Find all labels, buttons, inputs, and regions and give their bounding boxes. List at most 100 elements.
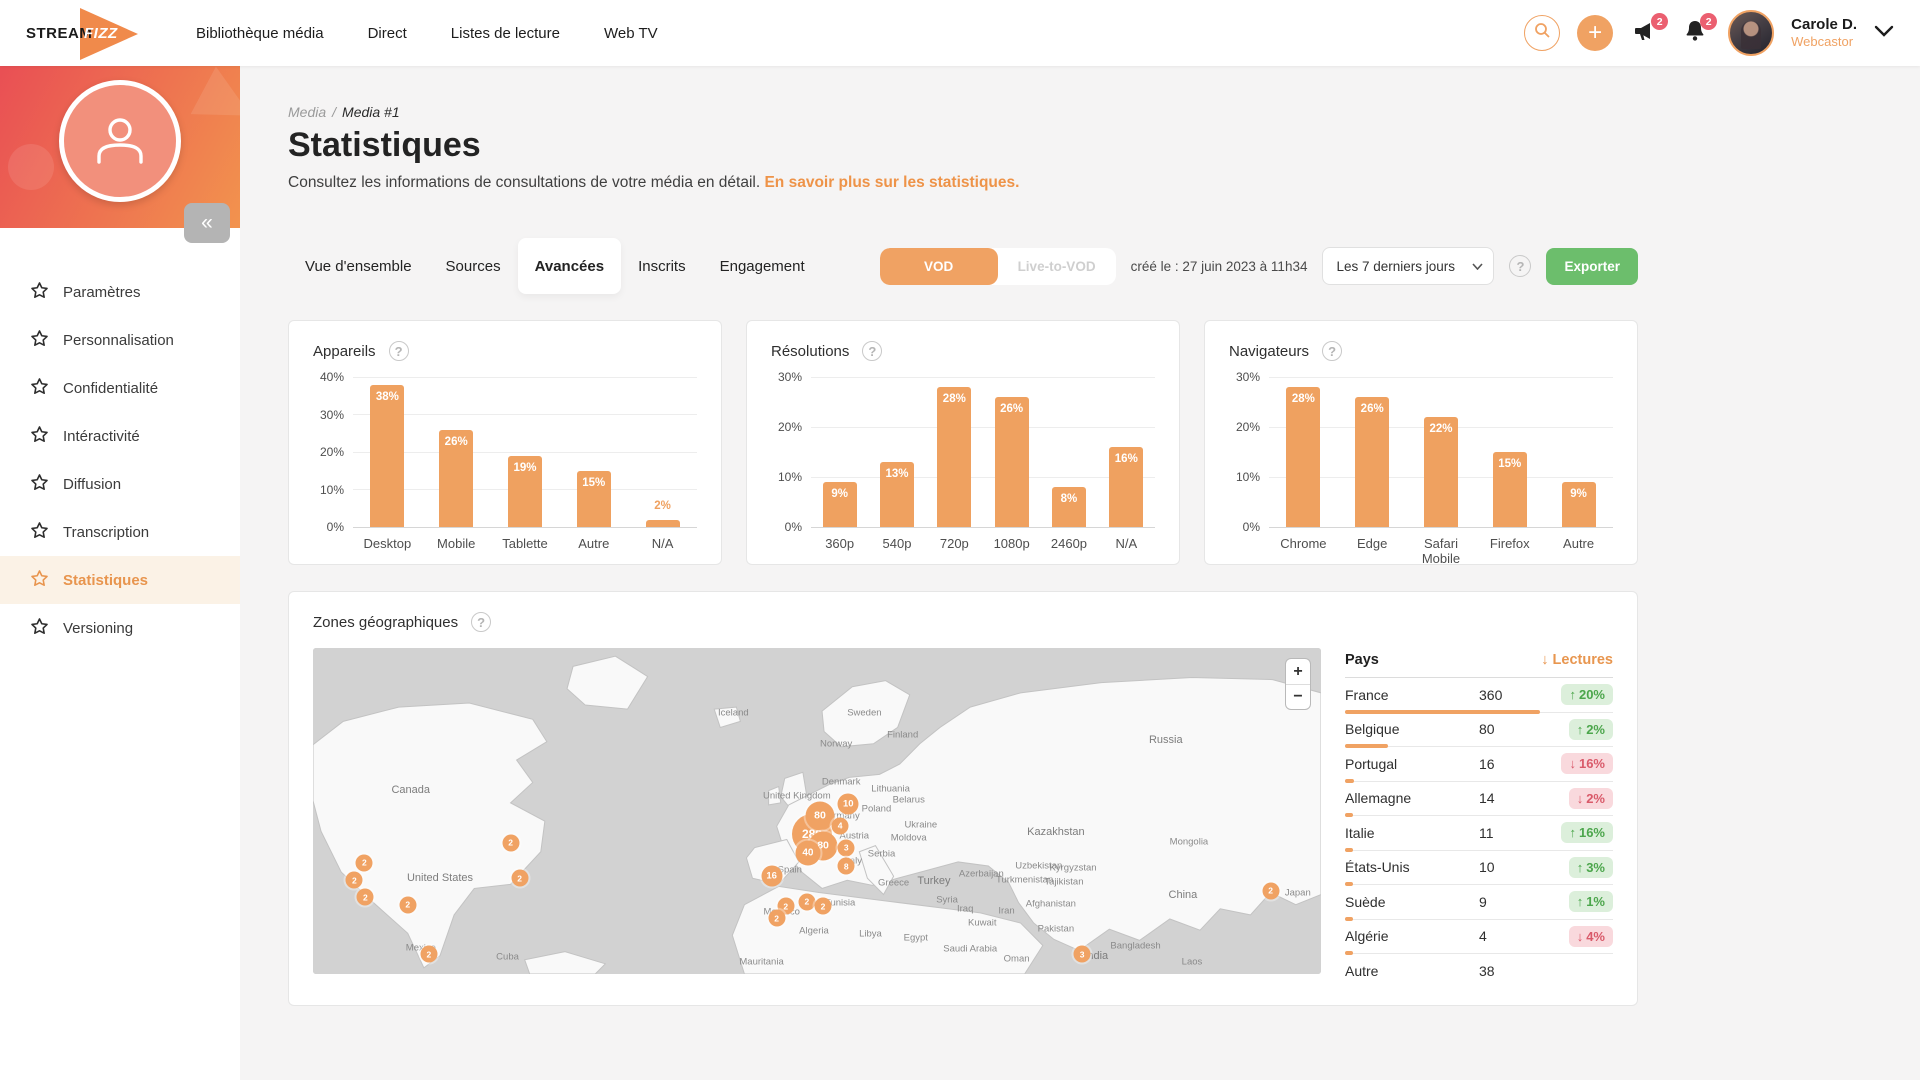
tab-engagement[interactable]: Engagement (703, 238, 822, 294)
bar[interactable] (1286, 387, 1320, 527)
map-marker[interactable]: 2 (346, 872, 363, 889)
map-marker[interactable]: 8 (838, 858, 855, 875)
map-marker[interactable]: 2 (815, 898, 832, 915)
toggle-vod[interactable]: VOD (880, 248, 998, 285)
map-marker[interactable]: 40 (795, 841, 820, 866)
change-value: 4% (1586, 929, 1605, 944)
map-marker[interactable]: 2 (511, 870, 528, 887)
map-zoom-in-button[interactable]: + (1286, 659, 1310, 684)
lectures-value: 80 (1479, 721, 1541, 737)
arrow-up-icon: ↑ (1569, 825, 1576, 840)
add-media-button[interactable]: + (1577, 15, 1613, 51)
search-button[interactable] (1524, 15, 1560, 51)
vod-toggle: VOD Live-to-VOD (880, 248, 1116, 285)
breadcrumb: Media / Media #1 (288, 104, 1638, 120)
chart-title: Résolutions (771, 343, 849, 360)
change-badge: ↓16% (1561, 753, 1613, 774)
breadcrumb-root[interactable]: Media (288, 104, 326, 120)
bar-slot: 8% (1040, 377, 1097, 527)
sidebar-collapse-button[interactable]: « (184, 203, 230, 243)
y-tick-label: 20% (778, 420, 802, 434)
bar-value-label: 2% (654, 500, 671, 512)
change-value: 1% (1586, 894, 1605, 909)
nav-link-direct[interactable]: Direct (368, 25, 407, 42)
map-marker[interactable]: 2 (1262, 882, 1279, 899)
map-marker[interactable]: 3 (838, 839, 855, 856)
sidebar-item-label: Paramètres (63, 284, 141, 301)
sidebar-item-versioning[interactable]: Versioning (0, 604, 240, 652)
bar[interactable] (937, 387, 971, 527)
person-icon (89, 110, 151, 172)
bar[interactable] (370, 385, 404, 528)
sidebar-item-personnalisation[interactable]: Personnalisation (0, 316, 240, 364)
sidebar-item-confidentialit-[interactable]: Confidentialité (0, 364, 240, 412)
tab-avanc-es[interactable]: Avancées (518, 238, 622, 294)
toggle-live-to-vod[interactable]: Live-to-VOD (998, 248, 1116, 285)
map-marker[interactable]: 2 (357, 889, 374, 906)
lectures-value: 9 (1479, 894, 1541, 910)
map-marker[interactable]: 16 (761, 865, 782, 886)
sidebar-menu: Paramètres PersonnalisationConfidentialit… (0, 228, 240, 652)
map-marker[interactable]: 80 (806, 801, 835, 830)
sidebar-item-statistiques[interactable]: Statistiques (0, 556, 240, 604)
export-button[interactable]: Exporter (1546, 248, 1638, 285)
bar[interactable] (1355, 397, 1389, 527)
y-tick-label: 10% (320, 483, 344, 497)
col-header-lectures[interactable]: ↓ Lectures (1541, 652, 1613, 668)
map-marker[interactable]: 3 (1074, 946, 1091, 963)
tab-inscrits[interactable]: Inscrits (621, 238, 703, 294)
stats-learn-more-link[interactable]: En savoir plus sur les statistiques. (764, 174, 1019, 191)
bar-slot: 15% (1475, 377, 1544, 527)
map-marker[interactable]: 2 (798, 893, 815, 910)
streamfizz-logo[interactable]: STREAM FIZZ (26, 3, 146, 63)
bar[interactable] (646, 520, 680, 528)
map-marker[interactable]: 2 (399, 896, 416, 913)
bar-chart: 0%10%20%30%9%13%28%26%8%16% (771, 377, 1155, 527)
map-marker[interactable]: 10 (838, 794, 859, 815)
map-marker[interactable]: 2 (502, 834, 519, 851)
tab-vue-d-ensemble[interactable]: Vue d'ensemble (288, 238, 429, 294)
map-marker[interactable]: 4 (832, 817, 849, 834)
countries-table: Pays ↓ Lectures France360↑20%Belgique80↑… (1345, 648, 1613, 989)
map-zoom-out-button[interactable]: − (1286, 684, 1310, 709)
bar-slot: 28% (1269, 377, 1338, 527)
x-axis-label: Autre (1544, 536, 1613, 566)
bar-slot: 9% (811, 377, 868, 527)
help-icon[interactable]: ? (389, 341, 409, 361)
user-avatar[interactable] (1728, 10, 1774, 56)
change-badge: ↓4% (1569, 926, 1613, 947)
sidebar-item-transcription[interactable]: Transcription (0, 508, 240, 556)
help-icon[interactable]: ? (862, 341, 882, 361)
user-menu-chevron[interactable] (1874, 24, 1894, 42)
star-icon (30, 617, 49, 640)
period-select[interactable]: Les 7 derniers jours (1322, 247, 1494, 285)
notifications-button[interactable]: 2 (1679, 17, 1711, 49)
nav-link-biblioth-que-m-dia[interactable]: Bibliothèque média (196, 25, 324, 42)
bar[interactable] (995, 397, 1029, 527)
lectures-value: 16 (1479, 756, 1541, 772)
sidebar-item-int-ractivit-[interactable]: Intéractivité (0, 412, 240, 460)
map-marker[interactable]: 2 (356, 854, 373, 871)
bars-group: 9%13%28%26%8%16% (811, 377, 1155, 527)
nav-link-listes-de-lecture[interactable]: Listes de lecture (451, 25, 560, 42)
bar-slot: 38% (353, 377, 422, 527)
plus-icon: + (1588, 21, 1602, 45)
lectures-value: 360 (1479, 687, 1541, 703)
help-icon[interactable]: ? (1322, 341, 1342, 361)
announcements-button[interactable]: 2 (1630, 17, 1662, 49)
sidebar-item-diffusion[interactable]: Diffusion (0, 460, 240, 508)
help-icon[interactable]: ? (471, 612, 491, 632)
tab-sources[interactable]: Sources (429, 238, 518, 294)
page-title: Statistiques (288, 126, 1638, 165)
nav-link-web-tv[interactable]: Web TV (604, 25, 658, 42)
charts-row: Appareils ? 0%10%20%30%40%38%26%19%15%2%… (288, 320, 1638, 565)
period-help-icon[interactable]: ? (1509, 255, 1531, 277)
lectures-value: 11 (1479, 825, 1541, 841)
world-map[interactable]: + − CanadaUnited StatesMexicoCubaIceland… (313, 648, 1321, 974)
bar-slot: 28% (926, 377, 983, 527)
map-marker[interactable]: 2 (420, 946, 437, 963)
sidebar-item-param-tres[interactable]: Paramètres (0, 268, 240, 316)
logo-text-fizz: FIZZ (84, 25, 118, 42)
map-marker[interactable]: 2 (768, 910, 785, 927)
y-tick-label: 30% (778, 370, 802, 384)
